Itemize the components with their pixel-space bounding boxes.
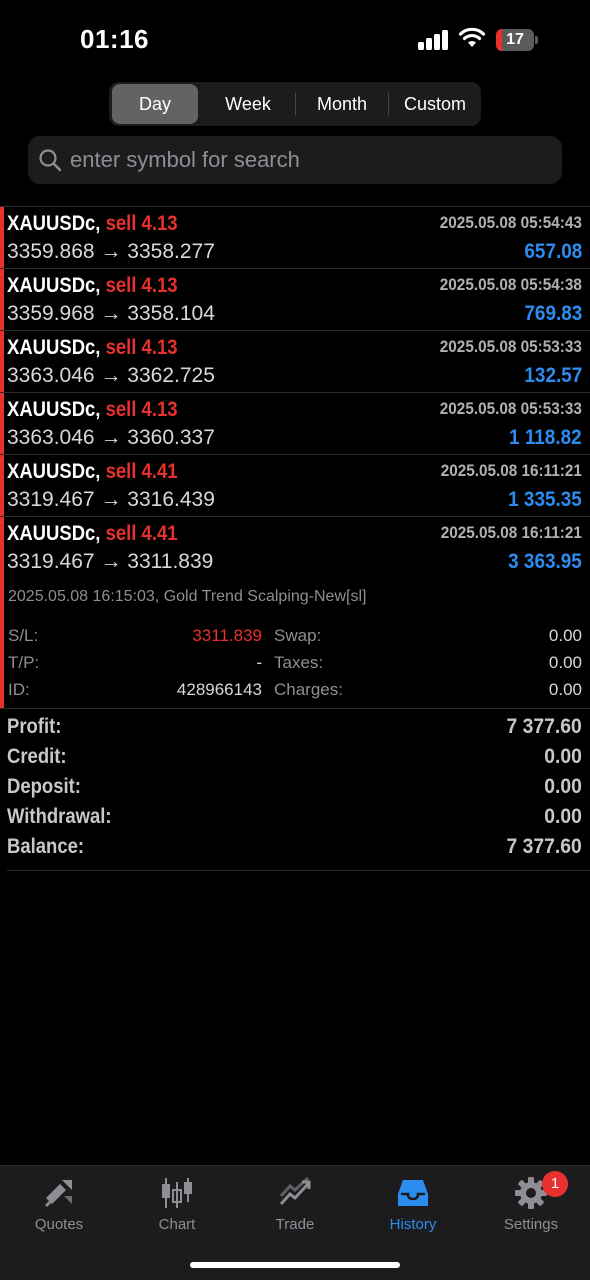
deal-symbol: XAUUSDc, sell 4.41 bbox=[7, 522, 178, 545]
search-input[interactable] bbox=[70, 136, 550, 184]
deal-symbol: XAUUSDc, sell 4.13 bbox=[7, 398, 178, 421]
battery-percent: 17 bbox=[506, 31, 524, 48]
summary-row-balance: Balance: 7 377.60 bbox=[0, 832, 590, 862]
chart-icon bbox=[162, 1178, 192, 1208]
deal-type: sell 4.13 bbox=[105, 274, 178, 297]
deal-comment: 2025.05.08 16:15:03, Gold Trend Scalping… bbox=[8, 588, 367, 605]
swap-value: 0.00 bbox=[548, 626, 582, 645]
deal-symbol: XAUUSDc, sell 4.13 bbox=[7, 212, 178, 235]
notification-badge: 1 bbox=[542, 1171, 568, 1197]
tab-label: Settings bbox=[503, 1216, 559, 1233]
deal-time: 2025.05.08 05:53:33 bbox=[439, 337, 582, 356]
charges-value: 0.00 bbox=[548, 680, 582, 699]
deal-symbol: XAUUSDc, sell 4.13 bbox=[7, 274, 178, 297]
history-icon bbox=[398, 1180, 428, 1206]
deal-profit: 769.83 bbox=[524, 302, 582, 325]
deal-type: sell 4.13 bbox=[105, 212, 178, 235]
summary-label: Profit: bbox=[7, 715, 62, 738]
deal-profit: 657.08 bbox=[524, 240, 582, 263]
tab-chart[interactable]: Chart bbox=[118, 1166, 236, 1246]
tab-week[interactable]: Week bbox=[202, 84, 294, 124]
quotes-icon bbox=[44, 1180, 72, 1208]
search-bar bbox=[28, 136, 562, 184]
summary-label: Withdrawal: bbox=[7, 805, 112, 828]
deal-prices: 3359.968 → 3358.104 bbox=[7, 302, 215, 325]
tab-label: Trade bbox=[275, 1216, 315, 1233]
deal-prices: 3363.046 → 3360.337 bbox=[7, 426, 215, 449]
deal-row[interactable]: XAUUSDc, sell 4.13 2025.05.08 05:53:33 3… bbox=[0, 393, 590, 455]
tab-quotes[interactable]: Quotes bbox=[0, 1166, 118, 1246]
id-label: ID: bbox=[8, 680, 30, 699]
deals-list: XAUUSDc, sell 4.13 2025.05.08 05:54:43 3… bbox=[0, 206, 590, 709]
tab-day[interactable]: Day bbox=[112, 84, 198, 124]
deal-prices: 3319.467 → 3311.839 bbox=[7, 550, 214, 573]
taxes-value: 0.00 bbox=[548, 653, 582, 672]
summary-divider bbox=[7, 870, 590, 871]
deal-time: 2025.05.08 05:54:38 bbox=[439, 275, 582, 294]
wifi-icon bbox=[458, 27, 486, 47]
summary-value: 7 377.60 bbox=[506, 835, 582, 858]
deal-time: 2025.05.08 16:11:21 bbox=[440, 523, 582, 542]
tab-trade[interactable]: Trade bbox=[236, 1166, 354, 1246]
tab-label: Chart bbox=[158, 1216, 196, 1233]
deal-prices: 3359.868 → 3358.277 bbox=[7, 240, 215, 263]
cellular-signal-icon bbox=[418, 30, 450, 50]
search-icon bbox=[39, 149, 62, 172]
battery-icon: 17 bbox=[496, 29, 538, 51]
period-selector: Day Week Month Custom bbox=[109, 82, 481, 126]
summary-label: Deposit: bbox=[7, 775, 81, 798]
summary-value: 0.00 bbox=[544, 775, 582, 798]
sl-label: S/L: bbox=[8, 626, 39, 645]
sl-value: 3311.839 bbox=[192, 626, 262, 645]
summary-row-withdrawal: Withdrawal: 0.00 bbox=[0, 802, 590, 832]
tab-custom[interactable]: Custom bbox=[389, 84, 481, 124]
tab-history[interactable]: History bbox=[354, 1166, 472, 1246]
status-bar: 01:16 17 bbox=[0, 0, 590, 80]
deal-time: 2025.05.08 05:53:33 bbox=[439, 399, 582, 418]
deal-profit: 1 118.82 bbox=[509, 426, 582, 449]
charges-label: Charges: bbox=[274, 680, 343, 699]
deal-symbol: XAUUSDc, sell 4.13 bbox=[7, 336, 178, 359]
deal-time: 2025.05.08 16:11:21 bbox=[440, 461, 582, 480]
deal-prices: 3319.467 → 3316.439 bbox=[7, 488, 215, 511]
taxes-label: Taxes: bbox=[274, 653, 324, 672]
deal-prices: 3363.046 → 3362.725 bbox=[7, 364, 215, 387]
deal-row[interactable]: XAUUSDc, sell 4.13 2025.05.08 05:53:33 3… bbox=[0, 331, 590, 393]
history-summary: Profit: 7 377.60 Credit: 0.00 Deposit: 0… bbox=[0, 712, 590, 862]
summary-row-deposit: Deposit: 0.00 bbox=[0, 772, 590, 802]
summary-row-credit: Credit: 0.00 bbox=[0, 742, 590, 772]
tp-value: - bbox=[256, 653, 262, 672]
deal-type: sell 4.13 bbox=[105, 398, 178, 421]
deal-type: sell 4.41 bbox=[105, 460, 178, 483]
summary-label: Balance: bbox=[7, 835, 85, 858]
swap-label: Swap: bbox=[274, 626, 322, 645]
tp-label: T/P: bbox=[8, 653, 40, 672]
deal-symbol: XAUUSDc, sell 4.41 bbox=[7, 460, 178, 483]
deal-row[interactable]: XAUUSDc, sell 4.41 2025.05.08 16:11:21 3… bbox=[0, 455, 590, 517]
deal-row[interactable]: XAUUSDc, sell 4.13 2025.05.08 05:54:38 3… bbox=[0, 269, 590, 331]
status-time: 01:16 bbox=[80, 24, 149, 54]
deal-row[interactable]: XAUUSDc, sell 4.13 2025.05.08 05:54:43 3… bbox=[0, 207, 590, 269]
summary-label: Credit: bbox=[7, 745, 67, 768]
deal-profit: 1 335.35 bbox=[508, 488, 582, 511]
tab-settings[interactable]: 1 Settings bbox=[472, 1166, 590, 1246]
id-value: 428966143 bbox=[176, 680, 262, 699]
trade-icon bbox=[279, 1176, 311, 1206]
tab-label: Quotes bbox=[34, 1216, 84, 1233]
summary-value: 0.00 bbox=[544, 745, 582, 768]
summary-value: 0.00 bbox=[544, 805, 582, 828]
deal-type: sell 4.41 bbox=[105, 522, 178, 545]
deal-row-expanded[interactable]: XAUUSDc, sell 4.41 2025.05.08 16:11:21 3… bbox=[0, 517, 590, 709]
summary-value: 7 377.60 bbox=[506, 715, 582, 738]
deal-profit: 132.57 bbox=[524, 364, 582, 387]
summary-row-profit: Profit: 7 377.60 bbox=[0, 712, 590, 742]
deal-type: sell 4.13 bbox=[105, 336, 178, 359]
home-indicator[interactable] bbox=[190, 1262, 400, 1268]
tab-month[interactable]: Month bbox=[296, 84, 388, 124]
tab-label: History bbox=[389, 1216, 437, 1233]
deal-time: 2025.05.08 05:54:43 bbox=[439, 213, 582, 232]
deal-profit: 3 363.95 bbox=[508, 550, 582, 573]
